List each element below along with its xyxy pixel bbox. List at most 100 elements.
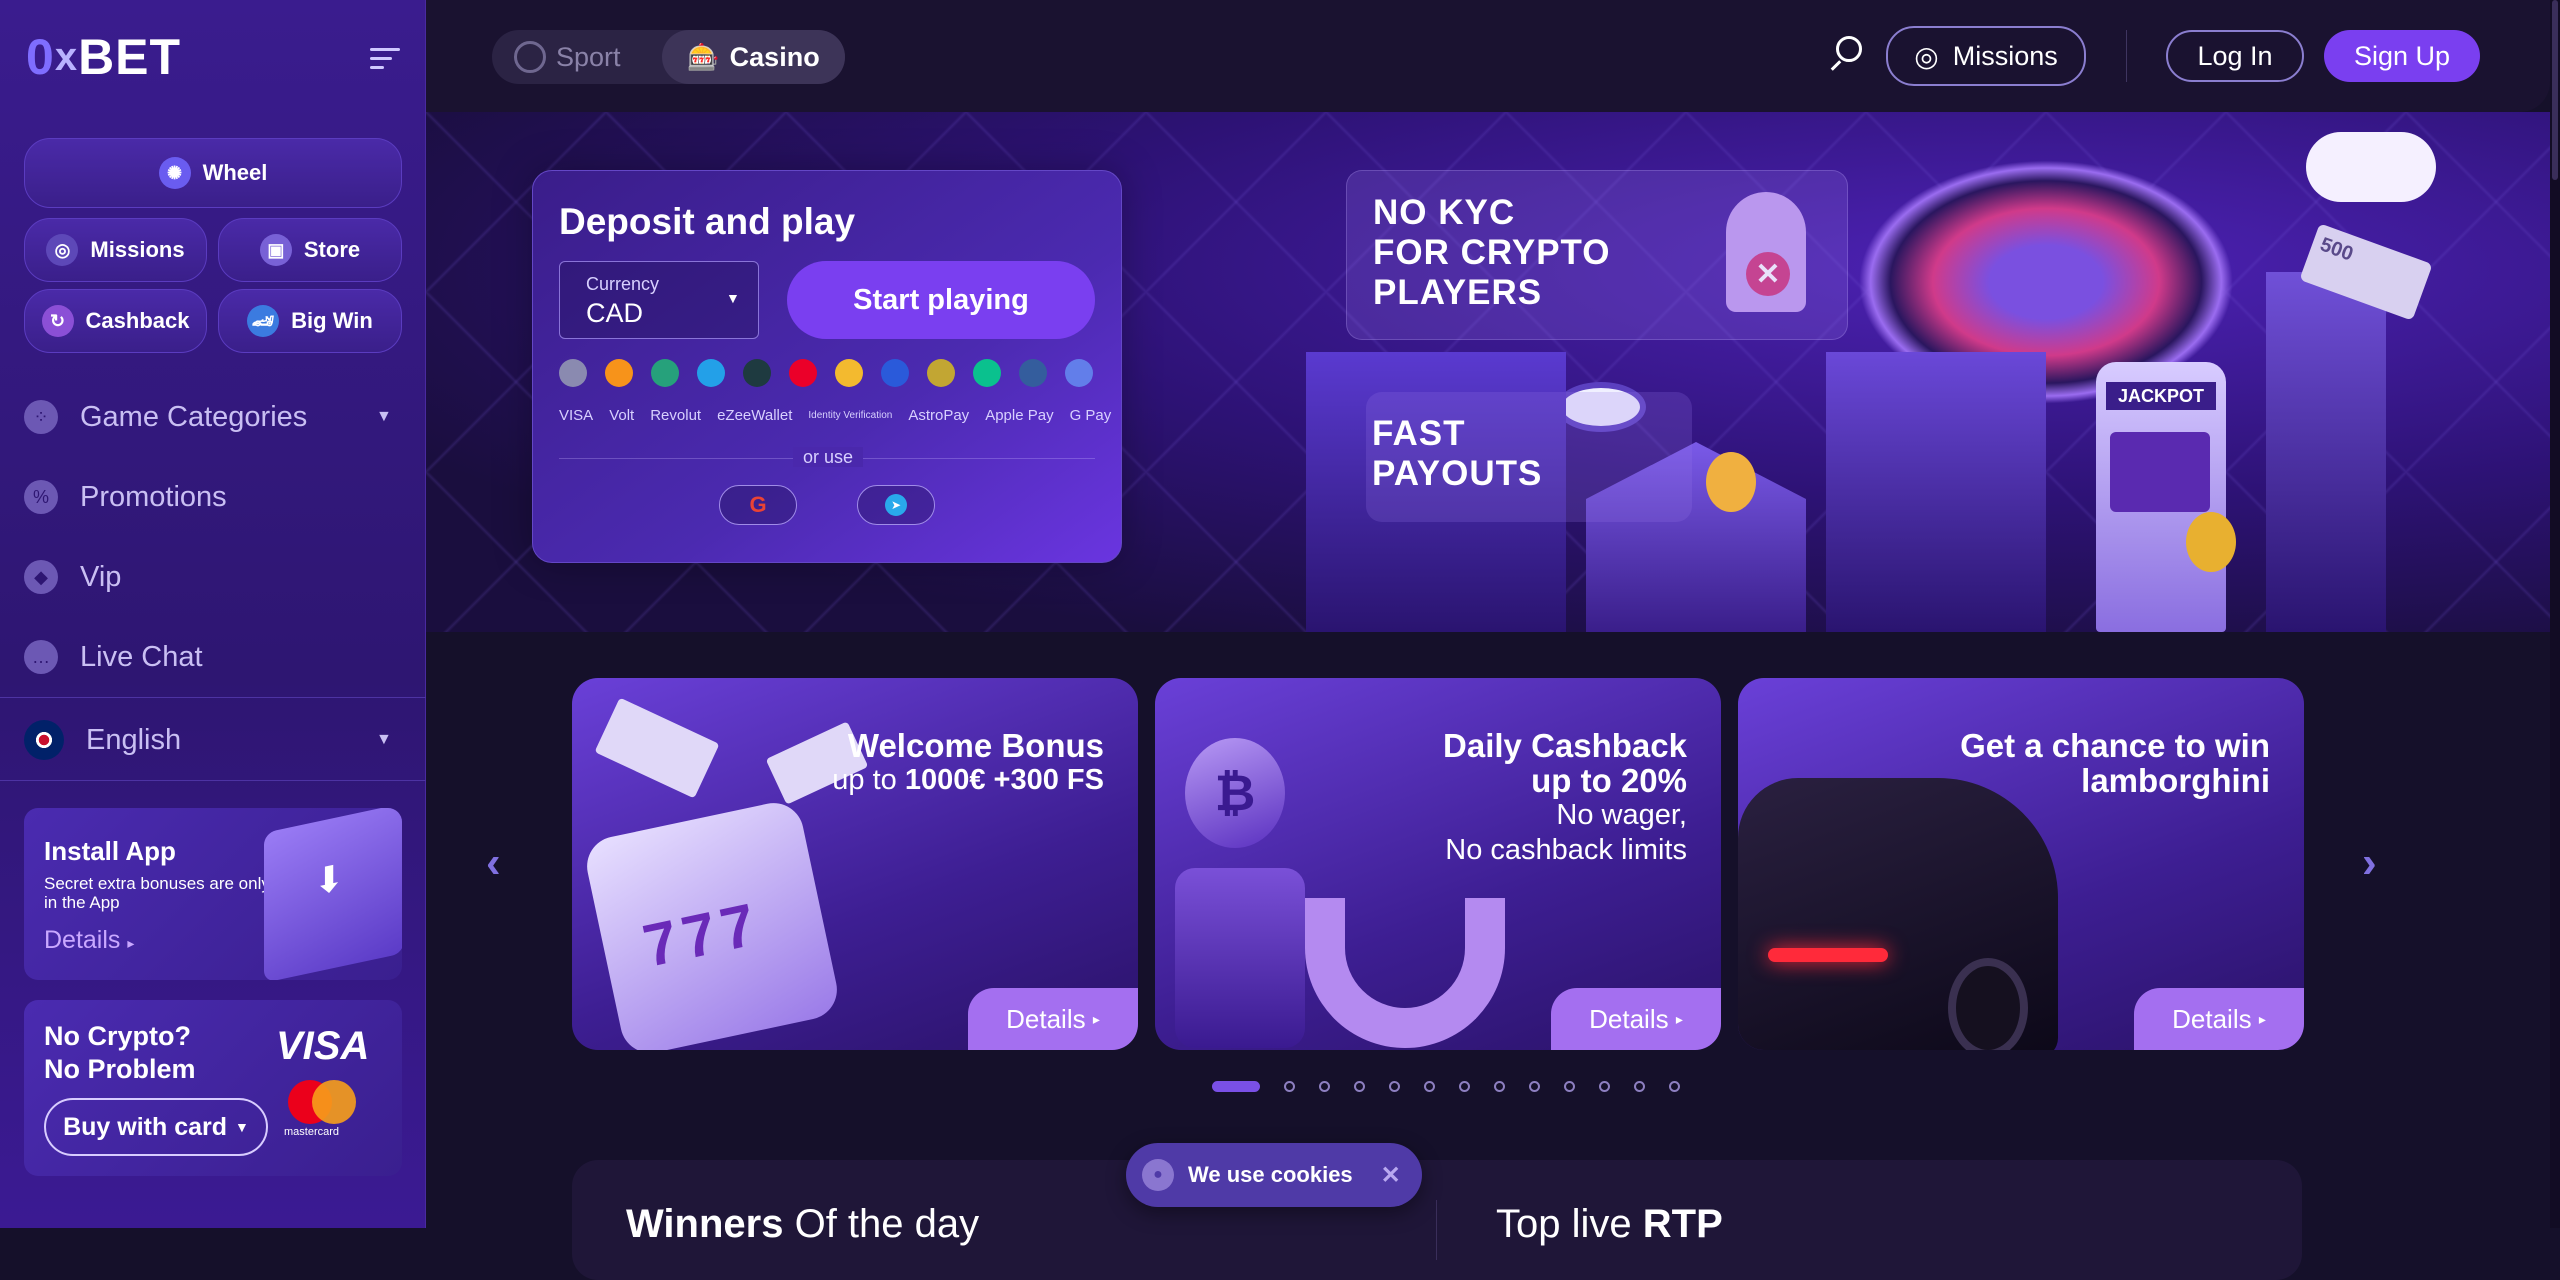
visa-logo: VISA: [276, 1024, 370, 1068]
google-icon: G: [749, 492, 767, 517]
diamond-icon: ◆: [24, 560, 58, 594]
missions-top-label: Missions: [1952, 40, 2058, 71]
cashback-button[interactable]: ↻ Cashback: [24, 289, 207, 353]
uk-flag-icon: [24, 720, 64, 760]
carousel-dot[interactable]: [1459, 1081, 1470, 1092]
telegram-icon: ➤: [885, 494, 907, 516]
nav-game-categories[interactable]: ⁘ Game Categories ▼: [24, 400, 392, 434]
currency-label: Currency: [586, 274, 660, 294]
chevron-right-icon: ▸: [127, 935, 135, 951]
tab-casino[interactable]: 🎰 Casino: [662, 30, 845, 84]
missions-top-button[interactable]: ◎ Missions: [1886, 26, 2086, 86]
cashback-arrow-icon: [1305, 898, 1505, 1048]
winners-panel: Winners Of the day Top live RTP: [572, 1160, 2302, 1280]
nav-vip[interactable]: ◆ Vip: [24, 560, 121, 594]
promo-details-button[interactable]: Details ▸: [1551, 988, 1721, 1050]
carousel-dot[interactable]: [1634, 1081, 1645, 1092]
language-label: English: [86, 723, 182, 756]
promo-title-line2: lamborghini: [2081, 762, 2270, 799]
carousel-dot[interactable]: [1389, 1081, 1400, 1092]
winners-b: Of the day: [794, 1202, 980, 1246]
carousel-dot[interactable]: [1599, 1081, 1610, 1092]
rtp-heading: Top live RTP: [1496, 1202, 1723, 1247]
promo-sub-a: up to: [832, 764, 905, 796]
tower-right: [2266, 272, 2386, 632]
chevron-right-icon: ›: [2362, 838, 2377, 887]
wheel-label: Wheel: [202, 160, 268, 185]
install-app-card[interactable]: Install App Secret extra bonuses are onl…: [24, 808, 402, 980]
chat-icon: …: [24, 640, 58, 674]
carousel-dot[interactable]: [1424, 1081, 1435, 1092]
language-selector[interactable]: English ▼: [24, 720, 392, 760]
buy-with-card-button[interactable]: Buy with card ▼: [44, 1098, 268, 1156]
ezeewallet-logo: eZeeWallet: [717, 407, 793, 424]
close-icon[interactable]: ✕: [1381, 1161, 1401, 1190]
promo-details-button[interactable]: Details ▸: [2134, 988, 2304, 1050]
brand-logo[interactable]: 0 x BET: [26, 28, 181, 86]
scrollbar-track[interactable]: [2550, 0, 2560, 1228]
banknote-icon: [594, 697, 720, 799]
gold-coin-icon: [2186, 512, 2236, 572]
menu-toggle-icon[interactable]: [370, 48, 402, 74]
wheel-icon: ✺: [158, 157, 191, 189]
deposit-title: Deposit and play: [559, 201, 856, 242]
promo-title-line: Welcome Bonus: [847, 727, 1104, 764]
slot-machine-illustration: 777: [581, 797, 843, 1050]
product-switch: Sport 🎰 Casino: [492, 30, 845, 84]
winners-a: Winners: [626, 1202, 784, 1246]
cookie-banner: ● We use cookies ✕: [1126, 1143, 1422, 1207]
carousel-prev-button[interactable]: ‹: [486, 838, 501, 888]
chevron-right-icon: ▸: [1675, 1010, 1683, 1027]
signup-button[interactable]: Sign Up: [2324, 30, 2480, 82]
install-details-link[interactable]: Details ▸: [44, 926, 134, 955]
sidebar: 0 x BET ✺ Wheel ◎ Missions ▣ Store ↻ Cashb…: [0, 0, 426, 1228]
promo-title: Daily Cashback up to 20% No wager, No ca…: [1443, 728, 1687, 868]
promo-card-lamborghini[interactable]: Get a chance to win lamborghini Details …: [1738, 678, 2304, 1050]
currency-select[interactable]: Currency CAD ▼: [559, 261, 759, 339]
lamborghini-illustration: [1738, 778, 2058, 1050]
cardano-icon: [881, 359, 909, 387]
missions-button[interactable]: ◎ Missions: [24, 218, 207, 282]
wheel-button[interactable]: ✺ Wheel: [24, 138, 402, 208]
login-button[interactable]: Log In: [2166, 30, 2304, 82]
cashback-label: Cashback: [85, 308, 190, 333]
scrollbar-thumb[interactable]: [2552, 0, 2558, 180]
tron-icon: [789, 359, 817, 387]
sevens-reels: 777: [637, 889, 767, 980]
promo-details-button[interactable]: Details ▸: [968, 988, 1138, 1050]
nav-label: Game Categories: [80, 400, 308, 433]
nav-live-chat[interactable]: … Live Chat: [24, 640, 203, 674]
search-icon[interactable]: [1826, 34, 1866, 74]
promo-card-cashback[interactable]: ₿ Daily Cashback up to 20% No wager, No …: [1155, 678, 1721, 1050]
carousel-dot[interactable]: [1669, 1081, 1680, 1092]
nav-promotions[interactable]: % Promotions: [24, 480, 227, 514]
tab-casino-label: Casino: [729, 41, 820, 72]
bitcoin-cash-icon: [973, 359, 1001, 387]
bigwin-button[interactable]: 🏎 Big Win: [218, 289, 402, 353]
nav-label: Promotions: [80, 480, 227, 513]
details-label: Details: [2172, 1003, 2252, 1034]
carousel-dot[interactable]: [1284, 1081, 1295, 1092]
carousel-dot[interactable]: [1494, 1081, 1505, 1092]
carousel-dot[interactable]: [1564, 1081, 1575, 1092]
carousel-dot[interactable]: [1354, 1081, 1365, 1092]
google-login-button[interactable]: G: [719, 485, 797, 525]
payment-methods-row: VISA Volt Revolut eZeeWallet Identity Ve…: [559, 407, 1111, 424]
carousel-dot[interactable]: [1319, 1081, 1330, 1092]
currency-value: CAD: [586, 298, 644, 328]
promo-card-welcome[interactable]: 777 Welcome Bonus up to 1000€ +300 FS De…: [572, 678, 1138, 1050]
carousel-dot[interactable]: [1529, 1081, 1540, 1092]
hero-fast2: PAYOUTS: [1372, 454, 1543, 493]
telegram-login-button[interactable]: ➤: [857, 485, 935, 525]
carousel-dot[interactable]: [1212, 1081, 1260, 1092]
promo-title: Welcome Bonus up to 1000€ +300 FS: [832, 728, 1104, 798]
ethereum-icon: [1065, 359, 1093, 387]
carousel-dots: [1212, 1081, 1680, 1092]
install-title: Install App: [44, 836, 176, 866]
store-button[interactable]: ▣ Store: [218, 218, 402, 282]
start-playing-button[interactable]: Start playing: [787, 261, 1095, 339]
or-use-label: or use: [792, 447, 864, 467]
logo-zero: 0: [26, 29, 55, 85]
tab-sport[interactable]: Sport: [502, 30, 621, 84]
carousel-next-button[interactable]: ›: [2362, 838, 2377, 888]
